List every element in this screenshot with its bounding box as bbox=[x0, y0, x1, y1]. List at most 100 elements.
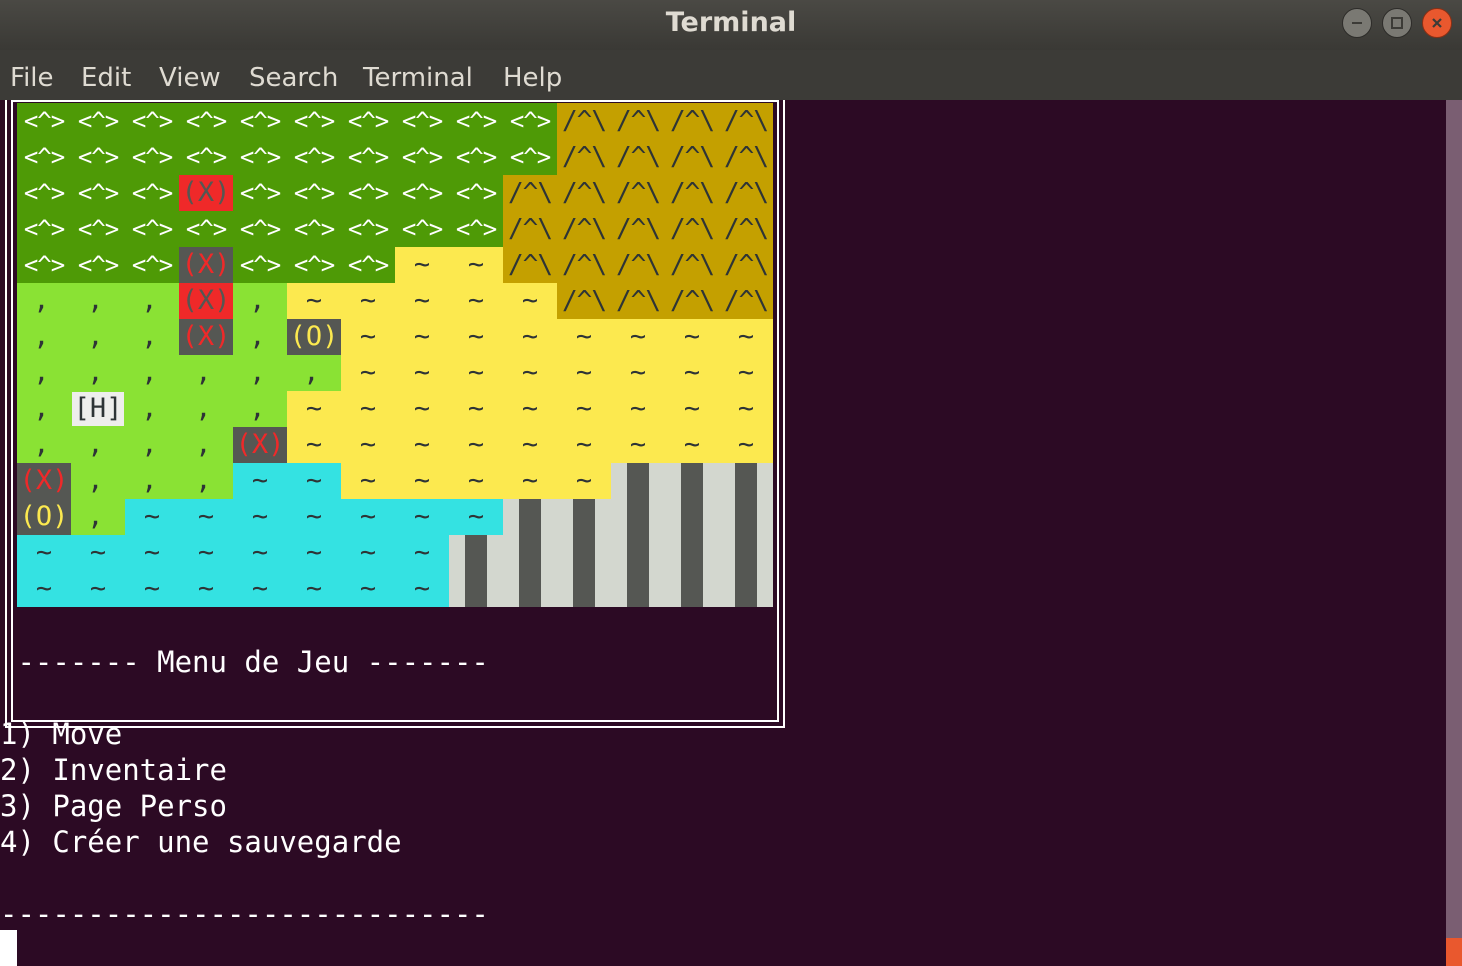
mountain-tile: /^\ bbox=[557, 283, 611, 319]
mountain-tile: /^\ bbox=[611, 139, 665, 175]
grass-tile: , ' bbox=[179, 427, 233, 463]
rock-tile bbox=[611, 571, 665, 607]
forest-tile: <^> bbox=[17, 247, 71, 283]
menu-search[interactable]: Search bbox=[249, 50, 338, 100]
enemy-marker: (X) bbox=[17, 463, 71, 499]
forest-tile: <^> bbox=[233, 211, 287, 247]
forest-tile: <^> bbox=[17, 175, 71, 211]
sand-tile: ~ bbox=[341, 355, 395, 391]
grass-tile: , ' bbox=[17, 319, 71, 355]
forest-tile: <^> bbox=[125, 139, 179, 175]
enemy-marker-alert: (X) bbox=[179, 283, 233, 319]
rock-tile bbox=[611, 463, 665, 499]
sand-tile: ~ bbox=[503, 283, 557, 319]
grass-tile: , ' bbox=[125, 319, 179, 355]
rock-stripe bbox=[519, 571, 541, 607]
forest-tile: <^> bbox=[287, 103, 341, 139]
rock-stripe bbox=[735, 571, 757, 607]
menu-help[interactable]: Help bbox=[503, 50, 562, 100]
sand-tile: ~ bbox=[719, 391, 773, 427]
menu-option-inventaire: 2) Inventaire bbox=[0, 753, 227, 787]
sand-tile: ~ bbox=[611, 355, 665, 391]
water-tile: ~ bbox=[395, 535, 449, 571]
rock-tile bbox=[503, 499, 557, 535]
game-map: <^> <^> <^> <^> <^> <^> <^> <^> <^> <^>/^\/^\/^\ /… bbox=[17, 103, 773, 607]
water-tile: ~ bbox=[395, 499, 449, 535]
sand-tile: ~ bbox=[395, 463, 449, 499]
sand-tile: ~ bbox=[557, 319, 611, 355]
sand-tile: ~ bbox=[341, 319, 395, 355]
maximize-button[interactable] bbox=[1382, 8, 1412, 38]
hero-label: [H] bbox=[71, 392, 125, 426]
mountain-tile: /^\ bbox=[719, 103, 773, 139]
grass-tile: , ' bbox=[179, 463, 233, 499]
mountain-tile: /^\ bbox=[611, 103, 665, 139]
water-tile: ~ bbox=[341, 535, 395, 571]
forest-tile: <^> bbox=[449, 175, 503, 211]
water-tile: ~ bbox=[341, 571, 395, 607]
forest-tile: <^> bbox=[125, 103, 179, 139]
menu-view[interactable]: View bbox=[159, 50, 221, 100]
sand-tile: ~ bbox=[665, 355, 719, 391]
forest-tile: <^> bbox=[395, 103, 449, 139]
mountain-tile: /^\ bbox=[665, 103, 719, 139]
maximize-icon bbox=[1391, 17, 1403, 29]
forest-tile: <^> bbox=[71, 139, 125, 175]
terminal-area[interactable]: <^> <^> <^> <^> <^> <^> <^> <^> <^> <^>/^\/^\/^\ /… bbox=[0, 100, 1446, 966]
sand-tile: ~ bbox=[557, 391, 611, 427]
forest-tile: <^> bbox=[341, 139, 395, 175]
sand-tile: ~ bbox=[395, 391, 449, 427]
mountain-tile: /^\ bbox=[719, 175, 773, 211]
rock-stripe bbox=[627, 571, 649, 607]
enemy-marker: (X) bbox=[233, 427, 287, 463]
enemy-marker-alert: (X) bbox=[179, 175, 233, 211]
forest-tile: <^> bbox=[341, 247, 395, 283]
water-tile: ~ bbox=[287, 535, 341, 571]
rock-tile bbox=[503, 535, 557, 571]
water-tile: ~ bbox=[125, 571, 179, 607]
mountain-tile: /^\ bbox=[503, 175, 557, 211]
terminal-scrollbar[interactable] bbox=[1446, 100, 1462, 966]
water-tile: ~ bbox=[341, 499, 395, 535]
water-tile: ~ bbox=[233, 535, 287, 571]
rock-tile bbox=[611, 499, 665, 535]
minimize-button[interactable] bbox=[1342, 8, 1372, 38]
scrollbar-thumb[interactable] bbox=[1446, 938, 1462, 966]
water-tile: ~ bbox=[287, 463, 341, 499]
grass-tile: , ' bbox=[179, 391, 233, 427]
close-button[interactable] bbox=[1422, 8, 1452, 38]
mountain-tile: /^\ bbox=[557, 211, 611, 247]
rock-stripe bbox=[519, 535, 541, 571]
rock-tile bbox=[665, 535, 719, 571]
rock-stripe bbox=[519, 499, 541, 535]
sand-tile: ~ bbox=[449, 283, 503, 319]
grass-tile: , ' bbox=[287, 355, 341, 391]
sand-tile: ~ bbox=[719, 319, 773, 355]
rock-tile bbox=[557, 571, 611, 607]
forest-tile: <^> bbox=[17, 103, 71, 139]
water-tile: ~ bbox=[17, 535, 71, 571]
forest-tile: <^> bbox=[233, 139, 287, 175]
rock-tile bbox=[665, 571, 719, 607]
window-title: Terminal bbox=[665, 7, 797, 38]
forest-tile: <^> bbox=[125, 175, 179, 211]
forest-tile: <^> bbox=[179, 103, 233, 139]
mountain-tile: /^\ bbox=[557, 175, 611, 211]
grass-tile: , ' bbox=[233, 391, 287, 427]
water-tile: ~ bbox=[395, 571, 449, 607]
grass-tile: , ' bbox=[233, 355, 287, 391]
water-tile: ~ bbox=[233, 463, 287, 499]
grass-tile: , ' bbox=[71, 499, 125, 535]
sand-tile: ~ bbox=[449, 427, 503, 463]
chest-marker: (O) bbox=[287, 319, 341, 355]
hero-marker: [H] bbox=[71, 391, 125, 427]
rock-tile bbox=[503, 571, 557, 607]
rock-tile bbox=[557, 535, 611, 571]
rock-stripe bbox=[735, 499, 757, 535]
menu-terminal[interactable]: Terminal bbox=[363, 50, 473, 100]
sand-tile: ~ bbox=[287, 283, 341, 319]
menu-edit[interactable]: Edit bbox=[81, 50, 131, 100]
menu-file[interactable]: File bbox=[10, 50, 54, 100]
sand-tile: ~ bbox=[719, 427, 773, 463]
sand-tile: ~ bbox=[503, 319, 557, 355]
